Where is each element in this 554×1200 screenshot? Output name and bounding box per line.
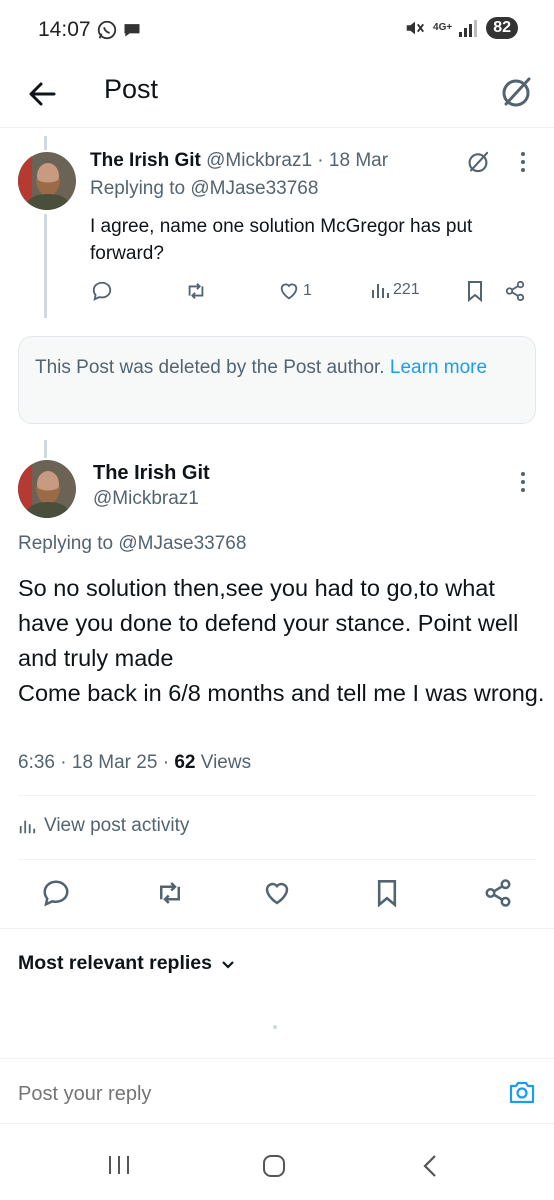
- page-title: Post: [104, 74, 159, 104]
- grok-icon[interactable]: [496, 72, 536, 112]
- views-count: 221: [393, 281, 420, 298]
- grok-icon[interactable]: [464, 148, 492, 176]
- recent-apps-icon[interactable]: [106, 1154, 132, 1176]
- replying-prefix: Replying to: [90, 178, 186, 199]
- share-icon[interactable]: [483, 878, 513, 908]
- repost-button[interactable]: [185, 280, 207, 302]
- mute-icon: [406, 21, 424, 35]
- bookmark-icon[interactable]: [374, 878, 400, 908]
- heart-icon: [280, 283, 298, 300]
- reply-input[interactable]: [18, 1083, 458, 1106]
- post-date: 18 Mar 25: [71, 752, 158, 773]
- reply-button[interactable]: [91, 280, 113, 302]
- notification-icons: [96, 19, 142, 41]
- reply-icon[interactable]: [41, 878, 71, 908]
- bookmark-button[interactable]: [465, 280, 485, 302]
- replying-prefix: Replying to: [18, 533, 114, 554]
- parent-post-header: The Irish Git @Mickbraz1 · 18 Mar: [90, 150, 388, 172]
- author-handle[interactable]: @Mickbraz1: [93, 488, 199, 510]
- share-icon: [505, 280, 525, 302]
- avatar[interactable]: [18, 460, 76, 518]
- separator-dot: ·: [317, 150, 324, 171]
- replying-to: Replying to @MJase33768: [90, 178, 318, 200]
- repost-icon[interactable]: [155, 878, 185, 908]
- views-button[interactable]: 221: [370, 280, 420, 300]
- share-button[interactable]: [504, 280, 526, 302]
- replying-to-handle[interactable]: @MJase33768: [118, 533, 246, 554]
- replying-to-handle[interactable]: @MJase33768: [190, 178, 318, 199]
- more-options-icon[interactable]: [516, 150, 530, 174]
- status-bar: 14:07 4G+ 82: [0, 0, 554, 60]
- learn-more-link[interactable]: Learn more: [390, 357, 487, 378]
- bookmark-icon: [468, 281, 482, 302]
- views-count: 62: [174, 752, 196, 773]
- home-icon[interactable]: [262, 1154, 286, 1178]
- divider: [18, 795, 536, 796]
- back-arrow-icon[interactable]: [22, 74, 62, 114]
- camera-icon[interactable]: [508, 1079, 536, 1105]
- separator-dot: ·: [60, 752, 67, 773]
- like-button[interactable]: 1: [278, 280, 312, 302]
- analytics-icon: [372, 284, 389, 298]
- post-time: 6:36: [18, 752, 55, 773]
- main-action-row: [0, 876, 554, 916]
- heart-icon[interactable]: [262, 878, 292, 908]
- divider: [18, 859, 536, 860]
- views-label: Views: [200, 752, 252, 773]
- more-options-icon[interactable]: [516, 470, 530, 494]
- loading-indicator: [273, 1025, 277, 1029]
- status-time: 14:07: [38, 18, 91, 41]
- thread-line-main: [44, 440, 47, 458]
- separator-dot: ·: [162, 752, 170, 773]
- replying-to: Replying to @MJase33768: [18, 533, 246, 555]
- signal-icon: [459, 20, 478, 37]
- author-handle[interactable]: @Mickbraz1: [206, 150, 312, 171]
- back-icon[interactable]: [420, 1154, 440, 1178]
- activity-label: View post activity: [44, 815, 190, 836]
- deleted-text: This Post was deleted by the Post author…: [35, 357, 385, 378]
- divider: [0, 928, 554, 929]
- parent-action-row: 1 221: [0, 278, 554, 308]
- thread-line-top: [44, 136, 47, 150]
- system-nav-bar: [0, 1124, 554, 1200]
- author-name[interactable]: The Irish Git: [93, 462, 210, 485]
- network-type: 4G+: [433, 22, 453, 33]
- post-text: I agree, name one solution McGregor has …: [90, 216, 473, 264]
- reply-icon: [92, 281, 112, 301]
- reply-composer: [0, 1058, 554, 1124]
- sort-label: Most relevant replies: [18, 952, 212, 974]
- analytics-icon: [19, 820, 36, 834]
- post-text: So no solution then,see you had to go,to…: [18, 575, 545, 706]
- author-name[interactable]: The Irish Git: [90, 150, 201, 171]
- chevron-down-icon: [222, 960, 234, 969]
- battery-indicator: 82: [486, 17, 518, 39]
- avatar[interactable]: [18, 152, 76, 210]
- repost-icon: [188, 283, 204, 299]
- post-date[interactable]: 18 Mar: [329, 150, 388, 171]
- view-post-activity-link[interactable]: View post activity: [18, 815, 189, 837]
- message-icon: [124, 24, 140, 37]
- post-meta: 6:36 · 18 Mar 25 · 62 Views: [18, 752, 251, 774]
- whatsapp-icon: [97, 20, 117, 40]
- deleted-post-notice: This Post was deleted by the Post author…: [18, 336, 536, 424]
- app-header: Post: [0, 60, 554, 128]
- status-right: 4G+ 82: [403, 17, 518, 39]
- replies-sort-dropdown[interactable]: Most relevant replies: [18, 952, 236, 975]
- like-count: 1: [303, 282, 312, 299]
